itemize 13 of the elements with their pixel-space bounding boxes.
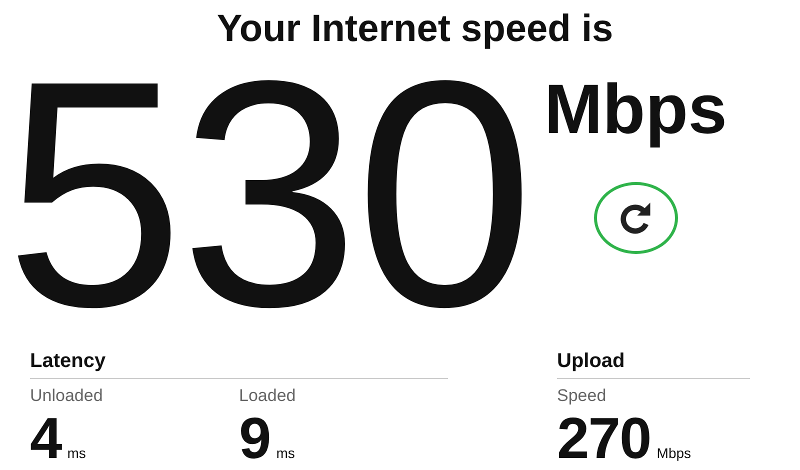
metric-label: Speed (557, 385, 608, 407)
metric-value: 270 (557, 411, 651, 467)
speed-value: 530 (5, 60, 530, 328)
metric-label: Unloaded (30, 385, 104, 407)
section-heading: Latency (30, 348, 448, 379)
metric-value: 4 (30, 411, 62, 467)
metric-unit: ms (276, 445, 295, 461)
metric-label: Loaded (239, 385, 297, 407)
metric-unit: ms (67, 445, 86, 461)
section-heading: Upload (557, 348, 750, 379)
page-title: Your Internet speed is (216, 8, 614, 50)
metric-unit: Mbps (656, 445, 692, 461)
metric-value: 9 (239, 411, 270, 467)
